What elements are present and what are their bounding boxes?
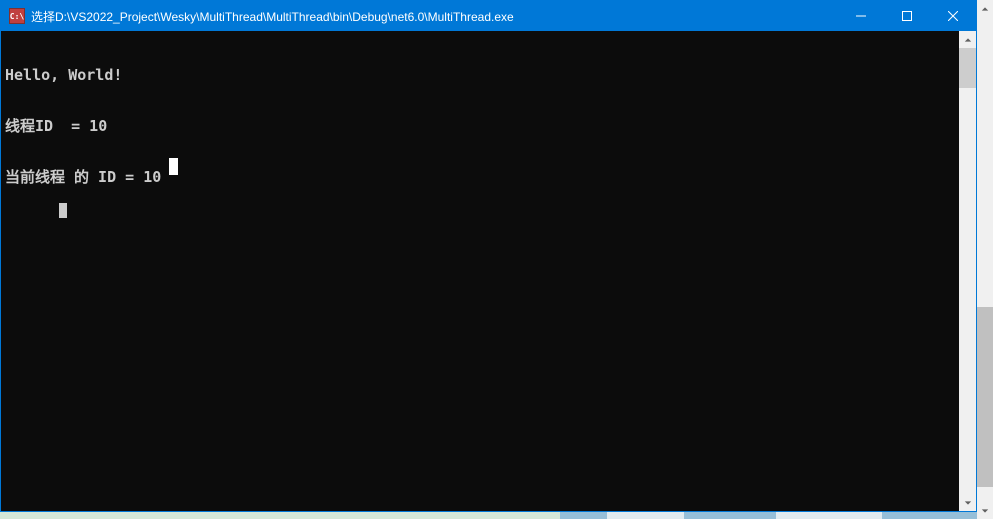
close-button[interactable] bbox=[930, 1, 976, 31]
scroll-thumb[interactable] bbox=[977, 307, 993, 487]
background-windows-strip bbox=[0, 512, 977, 519]
scroll-down-button[interactable] bbox=[977, 502, 993, 519]
text-cursor bbox=[59, 203, 67, 218]
close-icon bbox=[948, 11, 958, 21]
scroll-track[interactable] bbox=[977, 17, 993, 502]
vertical-scrollbar[interactable] bbox=[959, 31, 976, 511]
bg-segment bbox=[882, 512, 977, 519]
scroll-up-button[interactable] bbox=[959, 31, 976, 48]
bg-segment bbox=[684, 512, 776, 519]
minimize-button[interactable] bbox=[838, 1, 884, 31]
console-line: 线程ID = 10 bbox=[5, 118, 955, 135]
bg-segment bbox=[776, 512, 882, 519]
bg-segment bbox=[0, 512, 560, 519]
minimize-icon bbox=[856, 11, 866, 21]
app-icon: C:\ bbox=[9, 8, 25, 24]
titlebar[interactable]: C:\ 选择D:\VS2022_Project\Wesky\MultiThrea… bbox=[1, 1, 976, 31]
console-line: 当前线程 的 ID = 10 bbox=[5, 169, 955, 186]
window-title: 选择D:\VS2022_Project\Wesky\MultiThread\Mu… bbox=[31, 8, 838, 25]
console-window: C:\ 选择D:\VS2022_Project\Wesky\MultiThrea… bbox=[0, 0, 977, 512]
page-vertical-scrollbar[interactable] bbox=[977, 0, 993, 519]
maximize-button[interactable] bbox=[884, 1, 930, 31]
chevron-down-icon bbox=[981, 507, 989, 515]
bg-segment bbox=[607, 512, 684, 519]
console-body: Hello, World! 线程ID = 10 当前线程 的 ID = 10 bbox=[1, 31, 976, 511]
maximize-icon bbox=[902, 11, 912, 21]
chevron-up-icon bbox=[981, 5, 989, 13]
selection-cursor bbox=[169, 158, 178, 175]
scroll-down-button[interactable] bbox=[959, 494, 976, 511]
chevron-up-icon bbox=[964, 36, 972, 44]
console-output[interactable]: Hello, World! 线程ID = 10 当前线程 的 ID = 10 bbox=[1, 31, 959, 511]
scroll-thumb[interactable] bbox=[959, 48, 976, 88]
scroll-track[interactable] bbox=[959, 48, 976, 494]
window-controls bbox=[838, 1, 976, 31]
chevron-down-icon bbox=[964, 499, 972, 507]
scroll-up-button[interactable] bbox=[977, 0, 993, 17]
console-line: Hello, World! bbox=[5, 67, 955, 84]
bg-segment bbox=[560, 512, 607, 519]
